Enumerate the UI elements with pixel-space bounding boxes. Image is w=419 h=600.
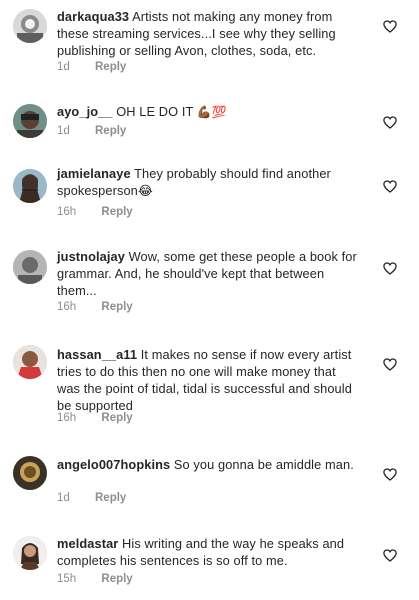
like-heart-icon[interactable] bbox=[383, 262, 397, 275]
comment-meta: 15h Reply bbox=[57, 573, 133, 585]
like-heart-icon[interactable] bbox=[383, 468, 397, 481]
like-heart-icon[interactable] bbox=[383, 549, 397, 562]
comment-body: So you gonna be amiddle man. bbox=[173, 457, 354, 472]
comment-time: 15h bbox=[57, 573, 77, 585]
avatar[interactable] bbox=[13, 456, 47, 490]
comment-time: 1d bbox=[57, 61, 70, 73]
comment-meta: 16h Reply bbox=[57, 412, 133, 424]
reply-button[interactable]: Reply bbox=[95, 61, 126, 73]
comment-text: ayo_jo__ OH LE DO IT 💪🏾💯 bbox=[57, 103, 362, 121]
comment-text: meldastar His writing and the way he spe… bbox=[57, 535, 362, 569]
avatar[interactable] bbox=[13, 345, 47, 379]
comment-time: 16h bbox=[57, 301, 77, 313]
comment-username[interactable]: justnolajay bbox=[57, 249, 125, 264]
comment-username[interactable]: angelo007hopkins bbox=[57, 457, 170, 472]
avatar[interactable] bbox=[13, 169, 47, 203]
like-heart-icon[interactable] bbox=[383, 358, 397, 371]
reply-button[interactable]: Reply bbox=[101, 301, 132, 313]
avatar[interactable] bbox=[13, 536, 47, 570]
comment-time: 1d bbox=[57, 492, 70, 504]
comment-text: jamielanaye They probably should find an… bbox=[57, 165, 362, 199]
comment-time: 16h bbox=[57, 412, 77, 424]
reply-button[interactable]: Reply bbox=[101, 206, 132, 218]
reply-button[interactable]: Reply bbox=[101, 573, 132, 585]
comment-meta: 1d Reply bbox=[57, 61, 126, 73]
like-heart-icon[interactable] bbox=[383, 180, 397, 193]
reply-button[interactable]: Reply bbox=[95, 125, 126, 137]
comment-body: OH LE DO IT bbox=[116, 104, 194, 119]
comment-time: 16h bbox=[57, 206, 77, 218]
comment-meta: 16h Reply bbox=[57, 301, 133, 313]
comment-time: 1d bbox=[57, 125, 70, 137]
comment-username[interactable]: meldastar bbox=[57, 536, 118, 551]
avatar[interactable] bbox=[13, 104, 47, 138]
comment-text: hassan__a11 It makes no sense if now eve… bbox=[57, 346, 362, 414]
comment-meta: 16h Reply bbox=[57, 206, 133, 218]
comment-username[interactable]: jamielanaye bbox=[57, 166, 131, 181]
comment-text: angelo007hopkins So you gonna be amiddle… bbox=[57, 456, 362, 473]
comment-text: justnolajay Wow, some get these people a… bbox=[57, 248, 362, 299]
avatar[interactable] bbox=[13, 9, 47, 43]
reply-button[interactable]: Reply bbox=[101, 412, 132, 424]
comment-username[interactable]: hassan__a11 bbox=[57, 347, 137, 362]
comment-meta: 1d Reply bbox=[57, 492, 126, 504]
like-heart-icon[interactable] bbox=[383, 116, 397, 129]
reply-button[interactable]: Reply bbox=[95, 492, 126, 504]
comment-username[interactable]: darkaqua33 bbox=[57, 9, 129, 24]
comment-text: darkaqua33 Artists not making any money … bbox=[57, 8, 362, 59]
comment-meta: 1d Reply bbox=[57, 125, 126, 137]
comment-emoji: 💪🏾💯 bbox=[196, 105, 227, 119]
avatar[interactable] bbox=[13, 250, 47, 284]
like-heart-icon[interactable] bbox=[383, 20, 397, 33]
comment-username[interactable]: ayo_jo__ bbox=[57, 104, 113, 119]
